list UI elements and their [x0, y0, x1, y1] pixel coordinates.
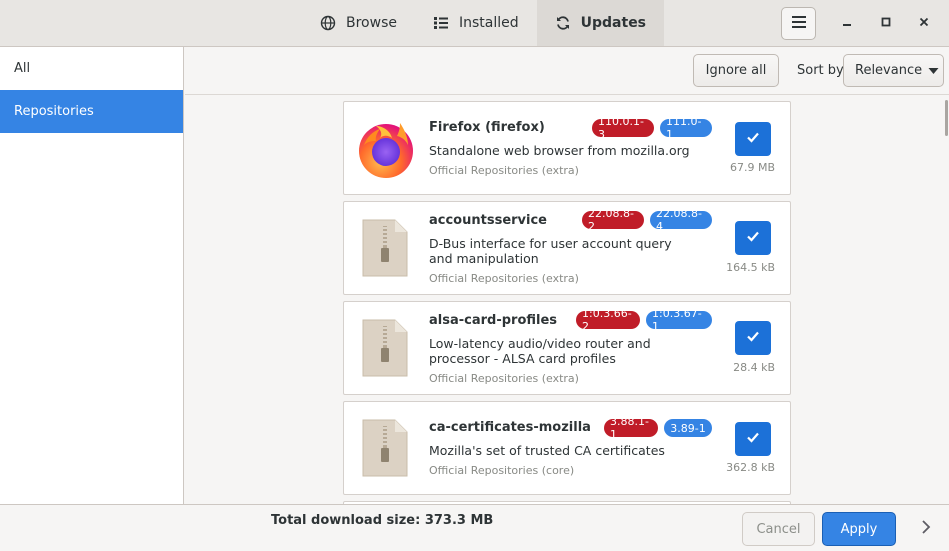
minimize-icon	[842, 16, 852, 31]
globe-icon	[320, 15, 336, 31]
package-name: ca-certificates-mozilla	[429, 420, 591, 435]
firefox-icon	[356, 117, 416, 183]
maximize-button[interactable]	[877, 14, 895, 32]
next-button[interactable]	[916, 519, 936, 539]
old-version-badge: 110.0.1-3	[592, 115, 654, 141]
hamburger-icon	[791, 15, 807, 33]
sort-by-label: Sort by	[797, 63, 844, 78]
checkmark-icon	[746, 131, 760, 147]
package-size: 67.9 MB	[729, 161, 775, 174]
package-repo: Official Repositories (extra)	[429, 372, 579, 385]
cancel-button[interactable]: Cancel	[742, 512, 815, 546]
header-bar: Browse Installed Updates	[0, 0, 949, 47]
tab-updates[interactable]: Updates	[536, 0, 665, 46]
old-version-badge: 1:0.3.66-2	[576, 307, 640, 333]
package-card-ca-certificates-mozilla[interactable]: ca-certificates-mozilla 3.88.1-1 3.89-1 …	[343, 401, 791, 495]
package-archive-icon	[361, 418, 409, 482]
checkmark-icon	[746, 230, 760, 246]
new-version-badge: 22.08.8-4	[650, 207, 712, 233]
package-name: Firefox (firefox)	[429, 120, 545, 135]
close-button[interactable]	[915, 14, 933, 32]
cancel-label: Cancel	[756, 521, 801, 537]
package-card-firefox[interactable]: Firefox (firefox) 110.0.1-3 111.0-1 Stan…	[343, 101, 791, 195]
footer-bar: Total download size: 373.3 MB Cancel App…	[0, 504, 949, 551]
update-checkbox[interactable]	[735, 122, 771, 156]
package-repo: Official Repositories (extra)	[429, 164, 579, 177]
package-archive-icon	[361, 318, 409, 382]
update-checkbox[interactable]	[735, 221, 771, 255]
chevron-down-icon	[928, 67, 939, 75]
old-version-badge: 3.88.1-1	[604, 415, 658, 441]
package-name: accountsservice	[429, 213, 547, 228]
main-menu-button[interactable]	[781, 7, 816, 40]
updates-list: Firefox (firefox) 110.0.1-3 111.0-1 Stan…	[185, 95, 949, 504]
new-version-badge: 111.0-1	[660, 115, 712, 141]
chevron-right-icon	[921, 519, 931, 539]
package-size: 362.8 kB	[726, 461, 775, 474]
package-name: alsa-card-profiles	[429, 313, 558, 328]
tab-browse-label: Browse	[346, 15, 397, 31]
package-repo: Official Repositories (core)	[429, 464, 575, 477]
new-version-badge: 3.89-1	[664, 419, 712, 437]
package-description: Low-latency audio/video router and proce…	[429, 336, 651, 366]
package-archive-icon	[361, 218, 409, 282]
package-description: D-Bus interface for user account query a…	[429, 236, 672, 266]
checkmark-icon	[746, 330, 760, 346]
apply-label: Apply	[840, 521, 878, 537]
checkmark-icon	[746, 431, 760, 447]
close-icon	[919, 16, 929, 31]
updates-toolbar: Ignore all Sort by Relevance	[185, 47, 949, 95]
tab-installed-label: Installed	[458, 15, 519, 31]
package-size: 28.4 kB	[733, 361, 775, 374]
minimize-button[interactable]	[838, 14, 856, 32]
tab-updates-label: Updates	[580, 15, 647, 31]
old-version-badge: 22.08.8-2	[582, 207, 644, 233]
maximize-icon	[881, 16, 891, 31]
sidebar-item-all[interactable]: All	[0, 47, 183, 90]
package-size: 164.5 kB	[726, 261, 775, 274]
sort-dropdown[interactable]: Relevance	[843, 54, 944, 87]
apply-button[interactable]: Apply	[822, 512, 896, 546]
package-description: Mozilla's set of trusted CA certificates	[429, 443, 665, 458]
refresh-icon	[555, 15, 571, 31]
list-icon	[433, 15, 449, 31]
ignore-all-label: Ignore all	[705, 63, 767, 78]
tab-browse[interactable]: Browse	[302, 0, 415, 46]
tab-installed[interactable]: Installed	[415, 0, 537, 46]
total-download-size: Total download size: 373.3 MB	[271, 513, 494, 528]
sort-value: Relevance	[855, 63, 923, 78]
view-switcher: Browse Installed Updates	[302, 0, 665, 46]
package-repo: Official Repositories (extra)	[429, 272, 579, 285]
sidebar: All Repositories	[0, 47, 184, 504]
package-card-accountsservice[interactable]: accountsservice 22.08.8-2 22.08.8-4 D-Bu…	[343, 201, 791, 295]
update-checkbox[interactable]	[735, 321, 771, 355]
package-card-alsa-card-profiles[interactable]: alsa-card-profiles 1:0.3.66-2 1:0.3.67-1…	[343, 301, 791, 395]
new-version-badge: 1:0.3.67-1	[646, 307, 712, 333]
package-description: Standalone web browser from mozilla.org	[429, 143, 690, 158]
update-checkbox[interactable]	[735, 422, 771, 456]
ignore-all-button[interactable]: Ignore all	[693, 54, 779, 87]
sidebar-item-repositories[interactable]: Repositories	[0, 90, 183, 133]
sidebar-item-label: All	[14, 61, 31, 76]
scrollbar-thumb[interactable]	[945, 100, 948, 136]
sidebar-item-label: Repositories	[14, 104, 94, 119]
